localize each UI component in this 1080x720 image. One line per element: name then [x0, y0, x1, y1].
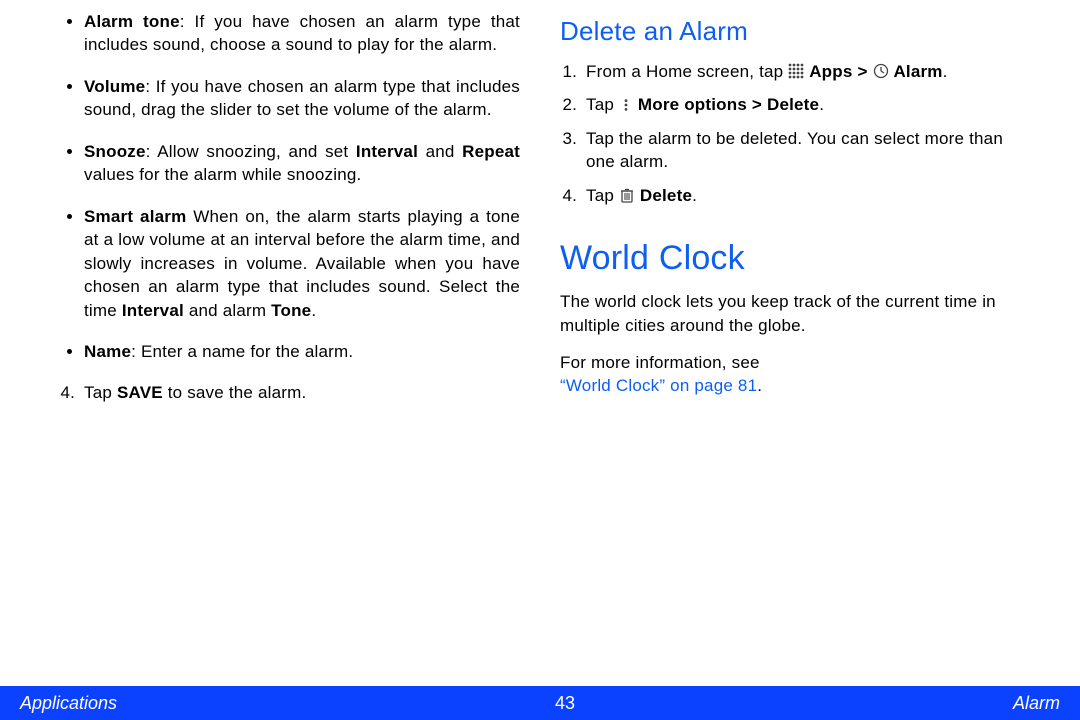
term: Alarm tone [84, 12, 180, 31]
left-column: Alarm tone : If you have chosen an alarm … [38, 0, 540, 425]
footer-right: Alarm [1013, 693, 1060, 714]
t: and [418, 142, 462, 161]
heading-world-clock: World Clock [560, 235, 1022, 282]
world-clock-more-info: For more information, see “World Clock” … [560, 351, 1022, 398]
world-clock-desc: The world clock lets you keep track of t… [560, 290, 1022, 337]
more-options-label: More options > Delete [638, 95, 819, 114]
term: Snooze [84, 142, 146, 161]
manual-page: Alarm tone : If you have chosen an alarm … [0, 0, 1080, 720]
t: Tap [586, 95, 619, 114]
bullet-volume: Volume: If you have chosen an alarm type… [84, 75, 520, 122]
delete-step-1: From a Home screen, tap Apps > [582, 60, 1022, 83]
delete-alarm-steps: From a Home screen, tap Apps > [560, 60, 1022, 207]
t: For more information, see [560, 353, 760, 372]
mid1: Interval [122, 301, 184, 320]
footer-left: Applications [20, 693, 117, 714]
term: Name [84, 342, 131, 361]
t: : Allow snoozing, and set [146, 142, 356, 161]
t: From a Home screen, tap [586, 62, 788, 81]
trash-icon [619, 187, 635, 203]
term: Smart alarm [84, 207, 186, 226]
t: Tap the alarm to be deleted. You can sel… [586, 129, 1003, 171]
step-save: Tap SAVE to save the alarm. [80, 381, 520, 404]
t: Tap [84, 383, 117, 402]
t: . [819, 95, 824, 114]
delete-step-3: Tap the alarm to be deleted. You can sel… [582, 127, 1022, 174]
t: . [311, 301, 316, 320]
alarm-label: Alarm [893, 62, 942, 81]
delete-label: Delete [640, 186, 692, 205]
mid2: Tone [271, 301, 311, 320]
gt: > [853, 62, 873, 81]
save-label: SAVE [117, 383, 163, 402]
t: Tap [586, 186, 619, 205]
delete-step-4: Tap Delete. [582, 184, 1022, 207]
alarm-clock-icon [873, 63, 889, 79]
term: Volume [84, 77, 145, 96]
bullet-smart-alarm: Smart alarm When on, the alarm starts pl… [84, 205, 520, 322]
t: . [692, 186, 697, 205]
world-clock-link[interactable]: “World Clock” on page 81 [560, 376, 757, 395]
footer-page-number: 43 [555, 693, 575, 714]
apps-grid-icon [788, 63, 804, 79]
desc: : If you have chosen an alarm type that … [84, 77, 520, 119]
right-column: Delete an Alarm From a Home screen, tap … [540, 0, 1042, 425]
two-column-layout: Alarm tone : If you have chosen an alarm … [0, 0, 1080, 425]
t: to save the alarm. [163, 383, 307, 402]
bullet-alarm-tone: Alarm tone: If you have chosen an alarm … [84, 10, 520, 57]
more-options-icon [619, 98, 633, 112]
t: values for the alarm while snoozing. [84, 165, 361, 184]
alarm-options-list: Alarm tone : If you have chosen an alarm … [58, 10, 520, 363]
left-step4-list: Tap SAVE to save the alarm. [58, 381, 520, 404]
bullet-name: Name: Enter a name for the alarm. [84, 340, 520, 363]
desc: : Enter a name for the alarm. [131, 342, 353, 361]
apps-label: Apps [809, 62, 852, 81]
mid2: Repeat [462, 142, 520, 161]
t: and alarm [184, 301, 271, 320]
mid1: Interval [356, 142, 418, 161]
delete-step-2: Tap More options > Delete. [582, 93, 1022, 116]
bullet-snooze: Snooze: Allow snoozing, and set Interval… [84, 140, 520, 187]
t: . [943, 62, 948, 81]
heading-delete-alarm: Delete an Alarm [560, 14, 1022, 50]
page-footer: Applications 43 Alarm [0, 686, 1080, 720]
t: . [757, 376, 762, 395]
